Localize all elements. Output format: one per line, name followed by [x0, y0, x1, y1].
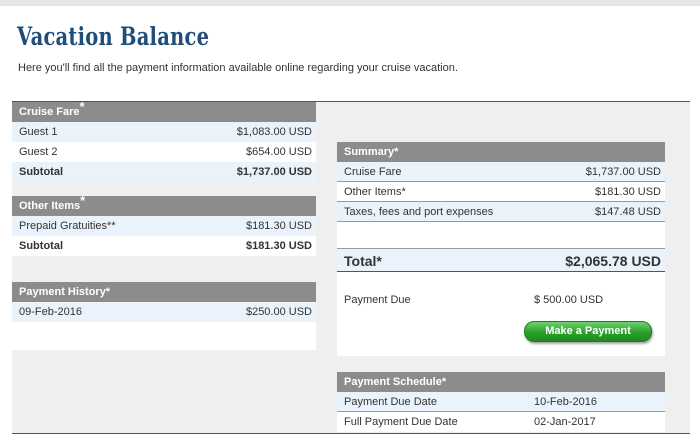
subtotal-row: Subtotal $1,737.00 USD	[12, 162, 316, 182]
payment-due-row: Payment Due $ 500.00 USD	[344, 294, 664, 306]
row-label: Payment Due Date	[344, 396, 437, 408]
row-value: $147.48 USD	[594, 206, 661, 218]
table-row: Guest 2 $654.00 USD	[12, 142, 316, 162]
row-label: Cruise Fare	[344, 166, 402, 178]
table-row: Full Payment Due Date 02-Jan-2017	[337, 412, 665, 432]
other-items-header-label: Other Items	[19, 200, 81, 212]
make-payment-button[interactable]: Make a Payment	[524, 321, 652, 342]
table-row: Prepaid Gratuities** $181.30 USD	[12, 216, 316, 236]
payment-history-header: Payment History*	[12, 282, 316, 302]
total-value: $2,065.78 USD	[565, 253, 661, 269]
row-value: $1,737.00 USD	[585, 166, 661, 178]
row-label: Taxes, fees and port expenses	[344, 206, 494, 218]
row-label: 09-Feb-2016	[19, 306, 82, 318]
row-value: 10-Feb-2016	[534, 396, 597, 408]
cruise-fare-header: Cruise Fare*	[12, 99, 316, 122]
payment-history-panel: Payment History* 09-Feb-2016 $250.00 USD	[12, 282, 316, 350]
payment-schedule-header: Payment Schedule*	[337, 372, 665, 392]
summary-header: Summary*	[337, 142, 665, 162]
page-title: Vacation Balance	[17, 22, 210, 51]
top-border	[0, 0, 700, 6]
table-row: Cruise Fare $1,737.00 USD	[337, 162, 665, 182]
payment-due-label: Payment Due	[344, 294, 411, 306]
row-label: Guest 1	[19, 126, 58, 138]
row-value: $181.30 USD	[245, 220, 312, 232]
row-label: Prepaid Gratuities**	[19, 220, 116, 232]
other-items-header: Other Items*	[12, 193, 316, 216]
row-value: $181.30 USD	[594, 186, 661, 198]
row-label: Full Payment Due Date	[344, 416, 458, 428]
payment-schedule-panel: Payment Schedule* Payment Due Date 10-Fe…	[337, 372, 665, 432]
row-value: 02-Jan-2017	[534, 416, 596, 428]
total-label: Total*	[344, 253, 382, 269]
row-value: $1,083.00 USD	[236, 126, 312, 138]
subtotal-label: Subtotal	[19, 166, 63, 178]
total-row: Total* $2,065.78 USD	[337, 248, 665, 272]
bottom-divider	[12, 433, 690, 434]
cruise-fare-header-label: Cruise Fare	[19, 106, 80, 118]
table-row: 09-Feb-2016 $250.00 USD	[12, 302, 316, 322]
cruise-fare-header-mark: *	[79, 99, 85, 114]
row-label: Guest 2	[19, 146, 58, 158]
table-row: Taxes, fees and port expenses $147.48 US…	[337, 202, 665, 222]
cruise-fare-panel: Cruise Fare* Guest 1 $1,083.00 USD Guest…	[12, 99, 316, 182]
row-value: $654.00 USD	[245, 146, 312, 158]
summary-panel: Summary* Cruise Fare $1,737.00 USD Other…	[337, 142, 665, 356]
other-items-header-mark: *	[80, 193, 86, 208]
subtotal-value: $181.30 USD	[245, 240, 312, 252]
table-row: Guest 1 $1,083.00 USD	[12, 122, 316, 142]
row-label: Other Items*	[344, 186, 406, 198]
page-subtitle: Here you'll find all the payment informa…	[18, 62, 458, 74]
row-value: $250.00 USD	[245, 306, 312, 318]
subtotal-row: Subtotal $181.30 USD	[12, 236, 316, 256]
other-items-panel: Other Items* Prepaid Gratuities** $181.3…	[12, 193, 316, 256]
table-row: Other Items* $181.30 USD	[337, 182, 665, 202]
subtotal-label: Subtotal	[19, 240, 63, 252]
subtotal-value: $1,737.00 USD	[236, 166, 312, 178]
table-row: Payment Due Date 10-Feb-2016	[337, 392, 665, 412]
payment-due-value: $ 500.00 USD	[534, 294, 604, 306]
